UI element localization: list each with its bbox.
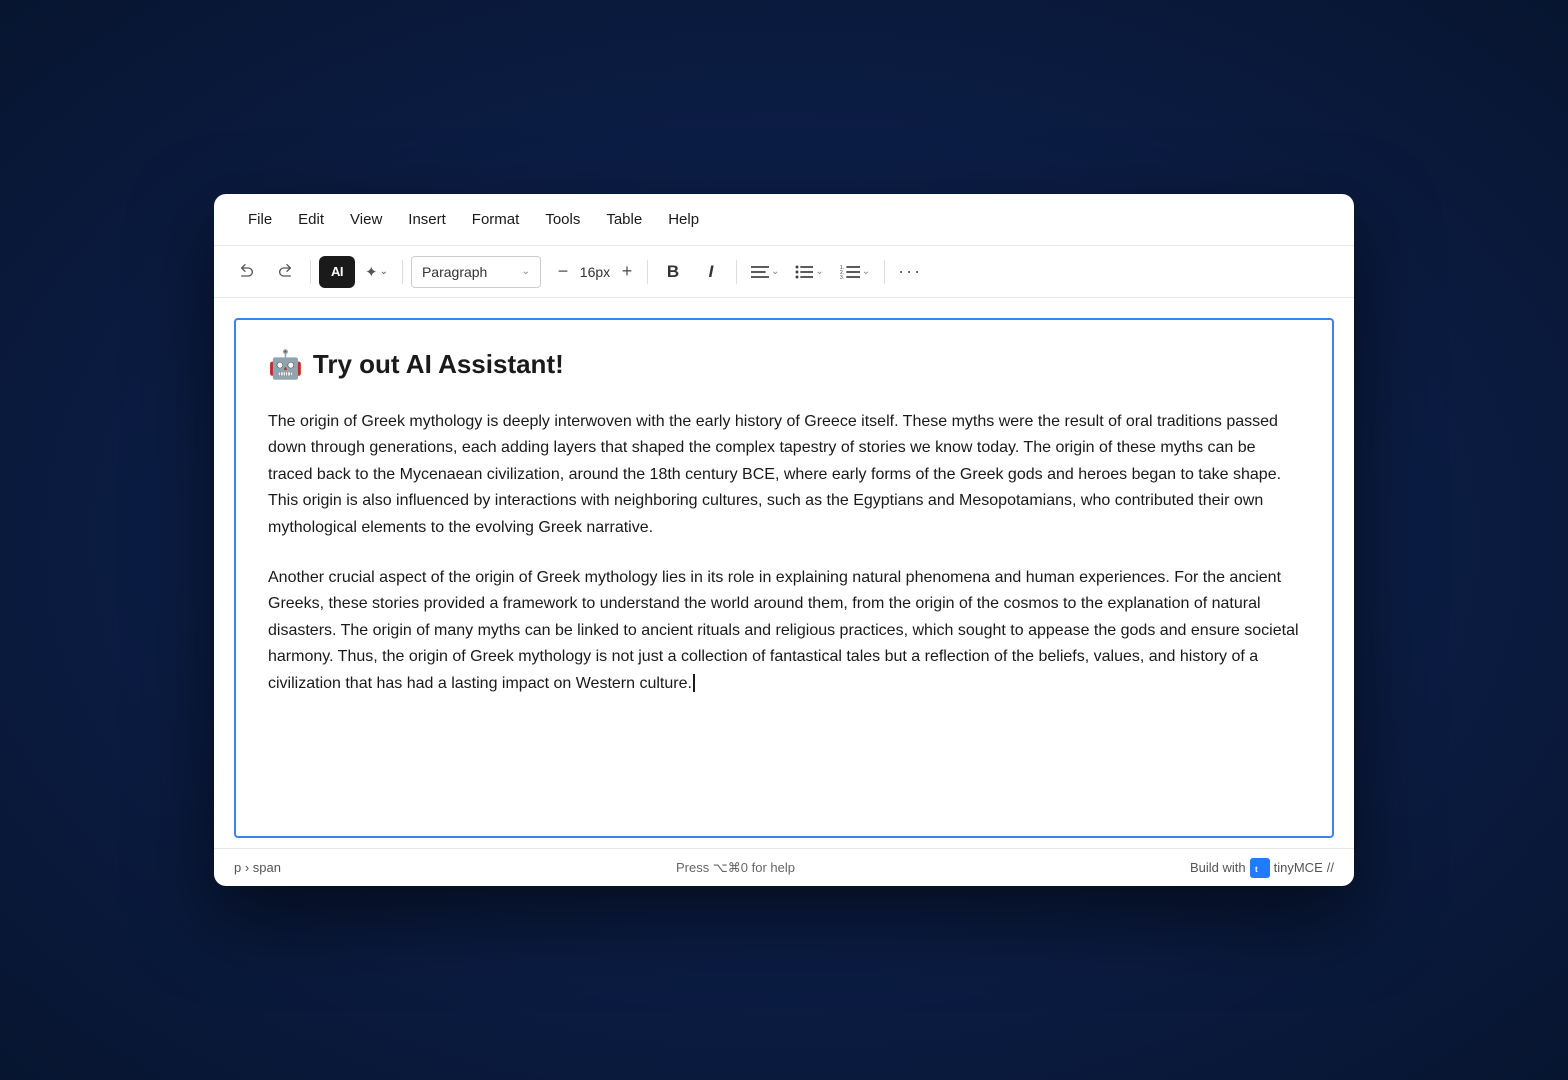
bold-button[interactable]: B <box>656 255 690 289</box>
bold-icon: B <box>667 262 679 282</box>
align-button[interactable]: ⌄ <box>745 256 785 288</box>
divider-2 <box>402 260 403 284</box>
divider-1 <box>310 260 311 284</box>
robot-emoji: 🤖 <box>268 348 303 381</box>
breadcrumb-text: p › span <box>234 860 281 875</box>
menu-format[interactable]: Format <box>462 205 530 234</box>
divider-5 <box>884 260 885 284</box>
list-button[interactable]: ⌄ <box>789 256 829 288</box>
italic-button[interactable]: I <box>694 255 728 289</box>
content-area: 🤖 Try out AI Assistant! The origin of Gr… <box>214 298 1354 838</box>
more-options-icon: ··· <box>898 261 922 282</box>
paragraph-1: The origin of Greek mythology is deeply … <box>268 409 1300 541</box>
menu-help[interactable]: Help <box>658 205 709 234</box>
undo-button[interactable] <box>230 255 264 289</box>
version-symbol: // <box>1327 860 1334 875</box>
menu-file[interactable]: File <box>238 205 282 234</box>
paragraph-label: Paragraph <box>422 264 487 280</box>
menu-table[interactable]: Table <box>596 205 652 234</box>
menu-insert[interactable]: Insert <box>398 205 456 234</box>
ai-button[interactable]: AI <box>319 256 355 288</box>
italic-icon: I <box>709 262 714 282</box>
svg-text:3.: 3. <box>840 275 844 279</box>
paragraph-select[interactable]: Paragraph ⌄ <box>411 256 541 288</box>
menu-edit[interactable]: Edit <box>288 205 334 234</box>
paragraph-chevron: ⌄ <box>522 266 530 277</box>
tinymce-logo: t <box>1250 858 1270 878</box>
font-size-value: 16px <box>579 264 611 280</box>
brand-name: tinyMCE <box>1274 860 1323 875</box>
font-size-increase[interactable]: + <box>615 260 639 284</box>
divider-3 <box>647 260 648 284</box>
editor-heading: 🤖 Try out AI Assistant! <box>268 348 1300 381</box>
ordered-list-button[interactable]: 1. 2. 3. ⌄ <box>834 256 876 288</box>
paragraph-2: Another crucial aspect of the origin of … <box>268 565 1300 697</box>
text-cursor <box>693 674 695 692</box>
more-options-button[interactable]: ··· <box>893 255 927 289</box>
redo-button[interactable] <box>268 255 302 289</box>
magic-icon: ✦ <box>365 263 378 281</box>
tinymce-brand: Build with t tinyMCE // <box>1190 858 1334 878</box>
editor-window: File Edit View Insert Format Tools Table… <box>214 194 1354 886</box>
paragraph-2-text: Another crucial aspect of the origin of … <box>268 569 1299 692</box>
align-chevron: ⌄ <box>771 266 779 277</box>
ai-button-label: AI <box>331 264 343 279</box>
magic-button[interactable]: ✦ ⌄ <box>359 256 394 288</box>
divider-4 <box>736 260 737 284</box>
toolbar: AI ✦ ⌄ Paragraph ⌄ − 16px + B I <box>214 246 1354 298</box>
breadcrumb: p › span <box>234 860 281 875</box>
status-bar: p › span Press ⌥⌘0 for help Build with t… <box>214 848 1354 886</box>
menu-bar: File Edit View Insert Format Tools Table… <box>214 194 1354 246</box>
shortcut-hint: Press ⌥⌘0 for help <box>676 860 795 876</box>
font-size-decrease[interactable]: − <box>551 260 575 284</box>
list-chevron: ⌄ <box>815 266 823 277</box>
magic-chevron: ⌄ <box>380 266 388 277</box>
editor-frame[interactable]: 🤖 Try out AI Assistant! The origin of Gr… <box>234 318 1334 838</box>
heading-text: Try out AI Assistant! <box>313 349 564 380</box>
menu-tools[interactable]: Tools <box>535 205 590 234</box>
menu-view[interactable]: View <box>340 205 392 234</box>
ordered-list-chevron: ⌄ <box>862 266 870 277</box>
brand-prefix: Build with <box>1190 860 1246 875</box>
